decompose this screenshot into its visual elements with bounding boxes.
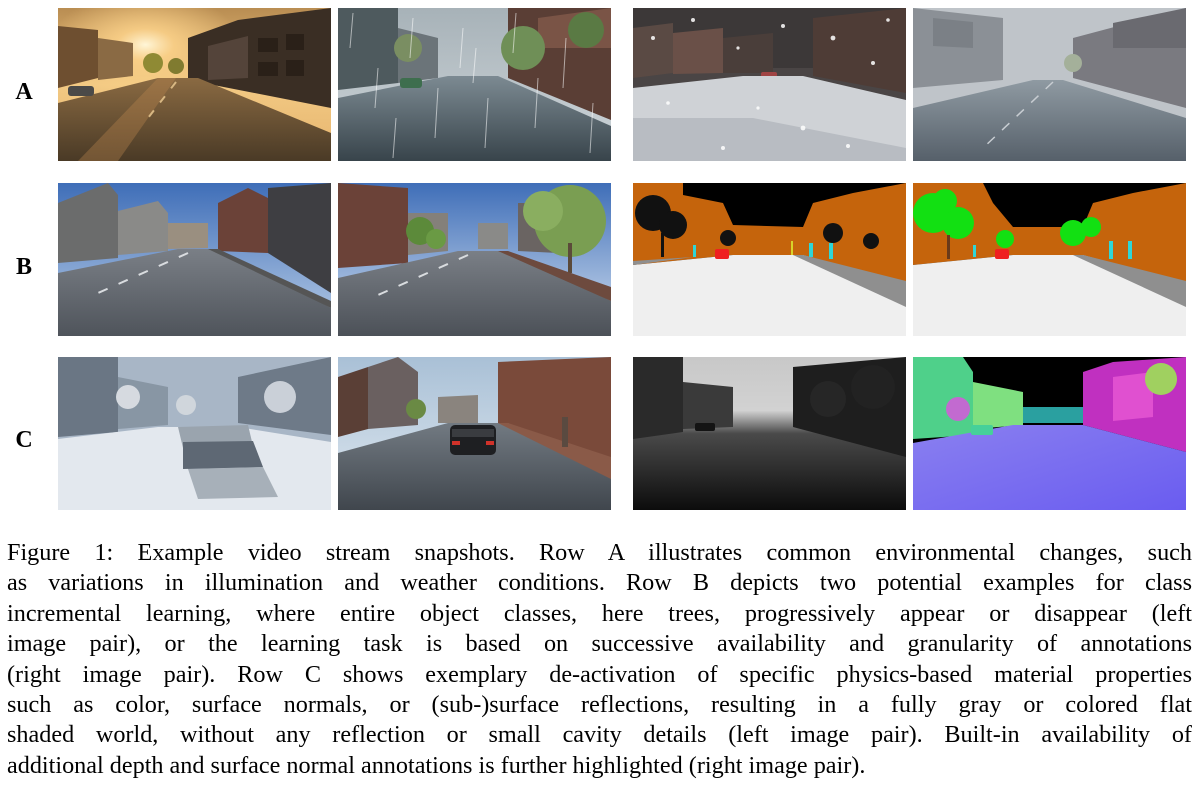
panel-c2-full-render-image xyxy=(338,357,611,510)
row-label-a: A xyxy=(15,79,33,105)
panel-a1-sunset-image xyxy=(58,8,331,161)
row-label-c: C xyxy=(15,427,33,453)
caption-line: such as color, surface normals, or (sub-… xyxy=(7,691,1192,719)
panel-c4-surface-normal-image xyxy=(913,357,1186,510)
caption-line: additional depth and surface normal anno… xyxy=(7,751,866,779)
panel-b2-street-with-trees-image xyxy=(338,183,611,336)
panel-b1-street-no-trees-image xyxy=(58,183,331,336)
caption-line: Figure 1: Example video stream snapshots… xyxy=(7,539,1192,566)
caption-line: incremental learning, where entire objec… xyxy=(7,599,1192,627)
panel-a4-fog-image xyxy=(913,8,1186,161)
panel-b3-segmentation-no-trees-image xyxy=(633,183,906,336)
panel-a3-snow-image xyxy=(633,8,906,161)
caption-line: image pair), or the learning task is bas… xyxy=(7,630,1192,658)
figure-caption: Figure 1: Example video stream snapshots… xyxy=(7,538,1192,781)
caption-line: shaded world, without any reflection or … xyxy=(7,721,1192,749)
panel-c1-flat-gray-image xyxy=(58,357,331,510)
panel-b4-segmentation-with-trees-image xyxy=(913,183,1186,336)
panel-a2-rain-image xyxy=(338,8,611,161)
caption-line: as variations in illumination and weathe… xyxy=(7,569,1192,597)
row-label-b: B xyxy=(15,254,32,280)
caption-line: (right image pair). Row C shows exemplar… xyxy=(7,660,1192,688)
panel-c3-depth-image xyxy=(633,357,906,510)
